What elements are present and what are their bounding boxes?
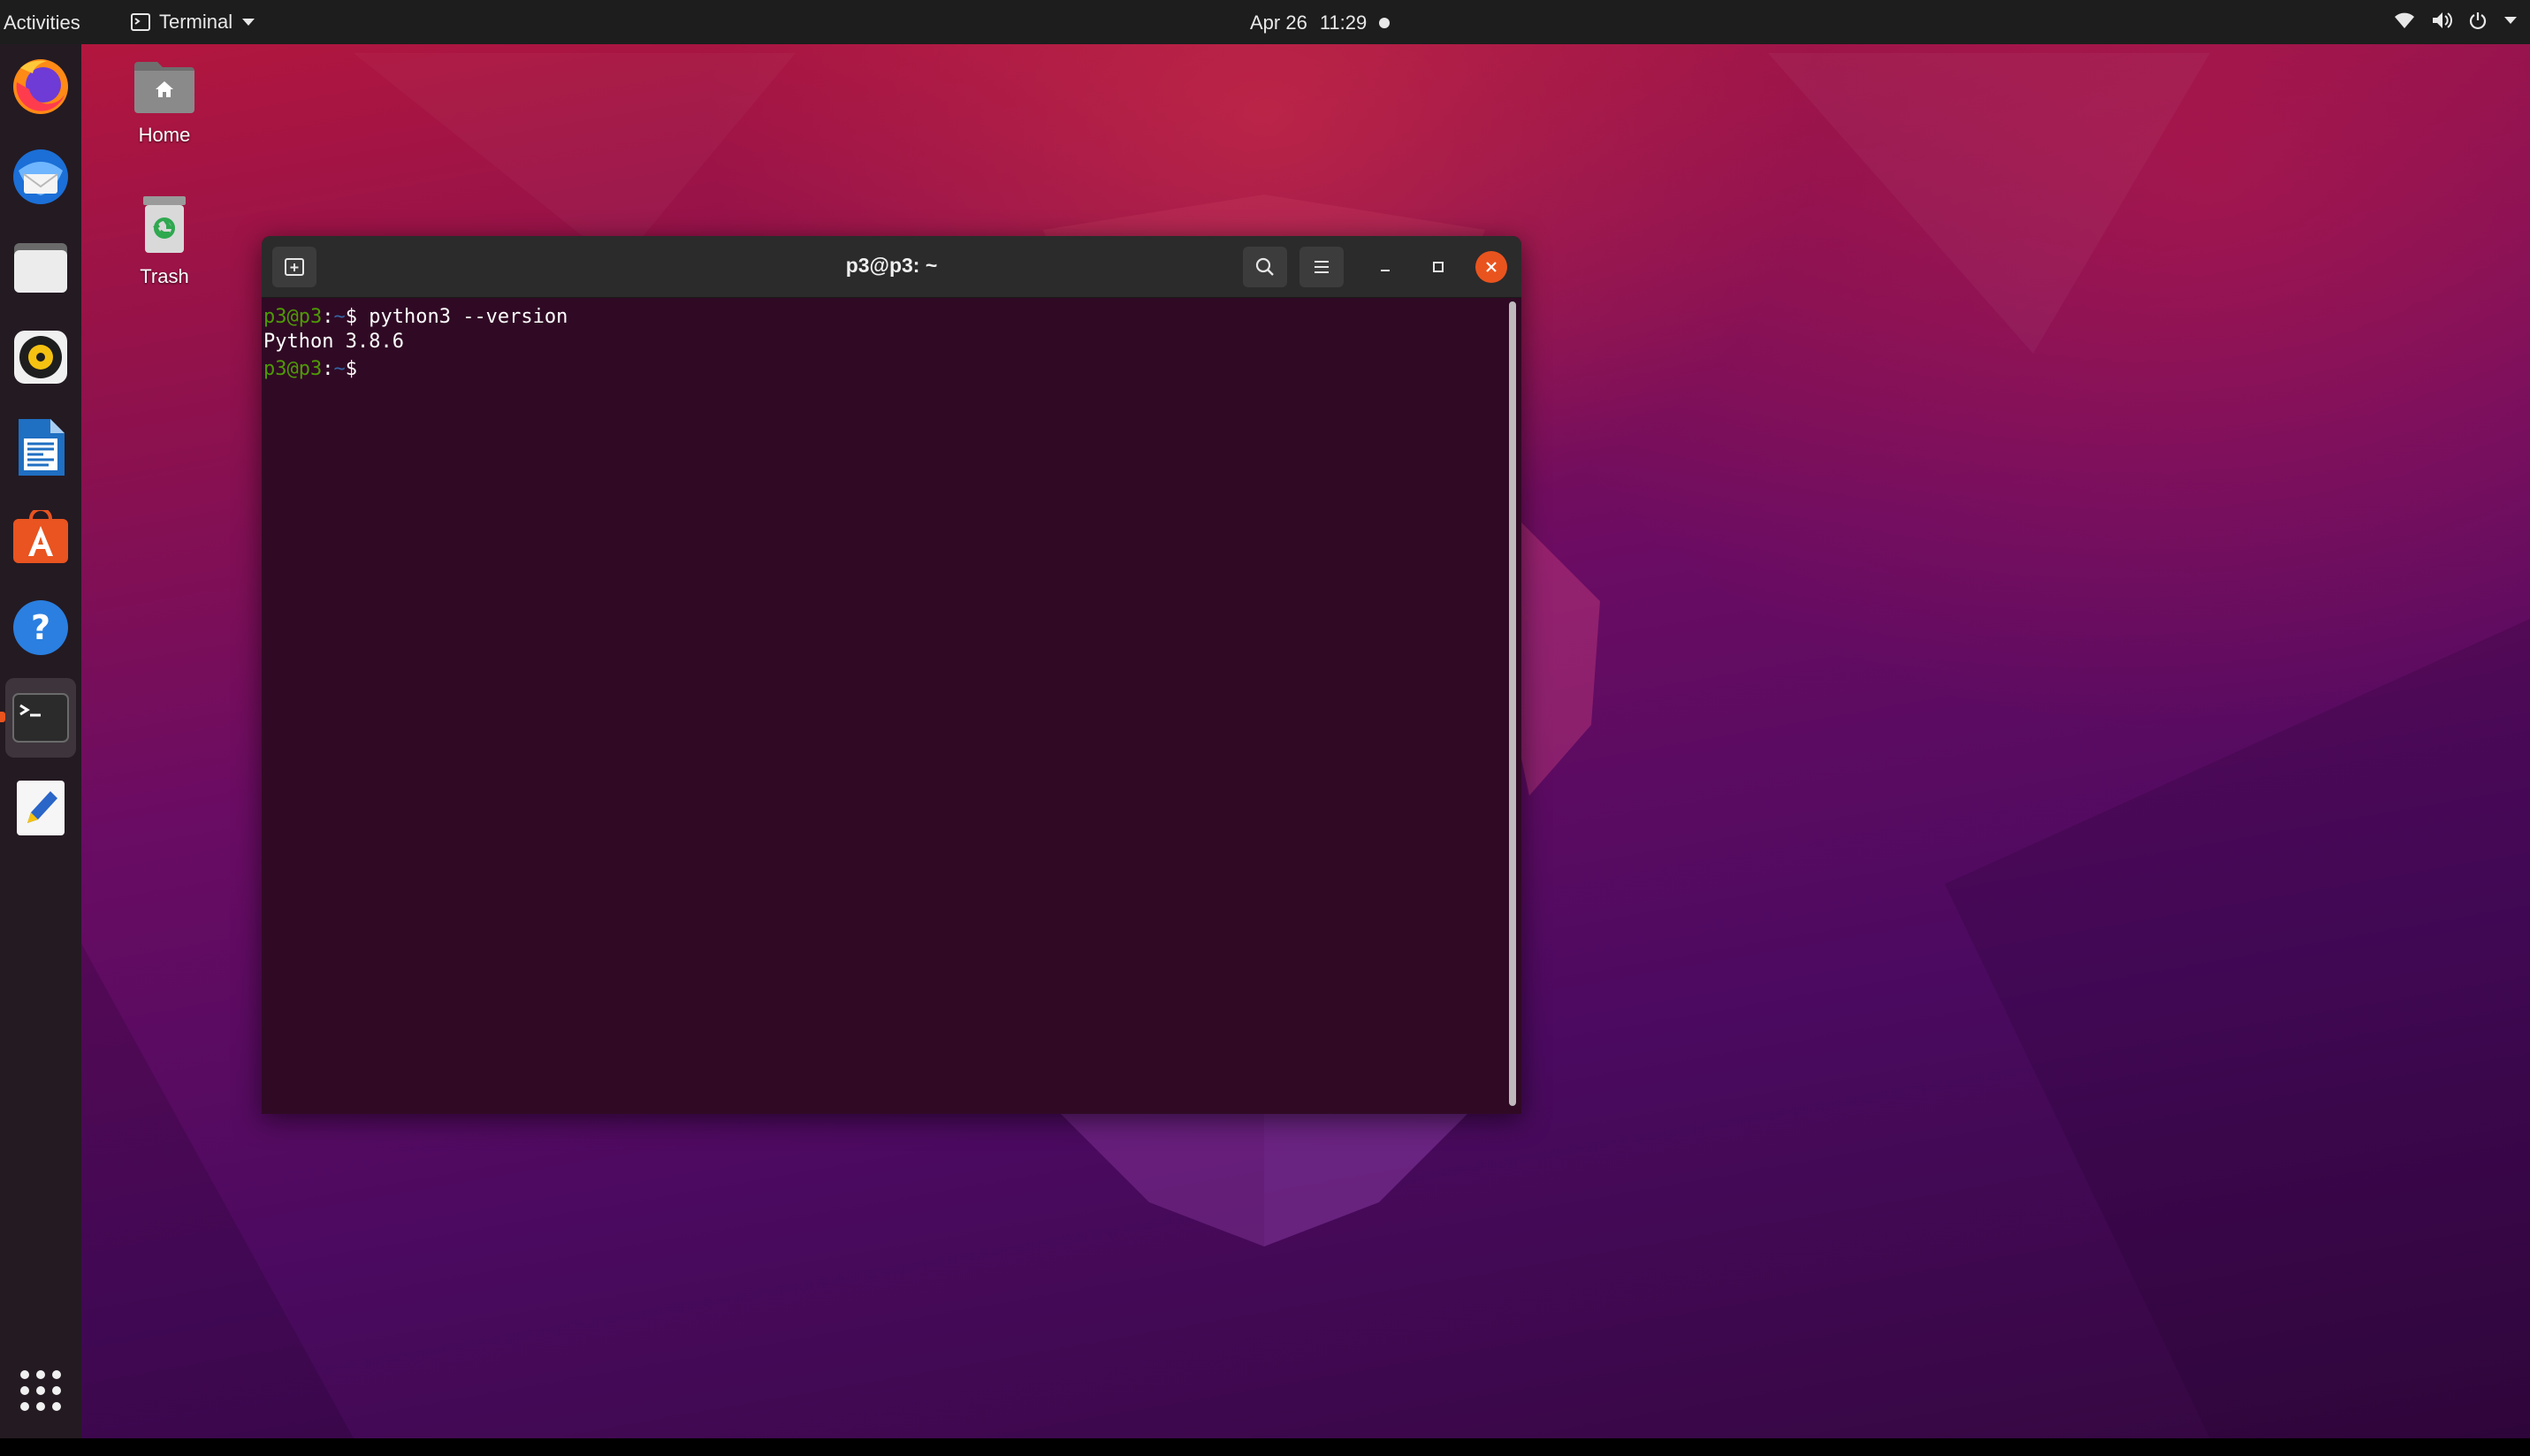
prompt-colon: : <box>322 306 334 328</box>
dock-item-writer[interactable] <box>5 408 76 487</box>
show-apps-button[interactable] <box>5 1351 76 1430</box>
dock-item-thunderbird[interactable] <box>5 137 76 217</box>
svg-text:?: ? <box>31 608 50 647</box>
activities-button[interactable]: Activities <box>4 11 80 34</box>
chevron-down-icon <box>242 19 255 26</box>
software-icon <box>13 510 68 563</box>
home-folder-icon <box>134 62 194 113</box>
command-text: python3 --version <box>369 306 568 328</box>
dock-item-terminal[interactable] <box>0 678 76 758</box>
home-label: Home <box>138 124 191 146</box>
close-icon <box>1486 262 1497 272</box>
minimize-button[interactable] <box>1369 251 1401 283</box>
thunderbird-icon <box>13 149 68 204</box>
terminal-headerbar[interactable]: p3@p3: ~ <box>262 236 1521 298</box>
command-output: Python 3.8.6 <box>263 330 404 353</box>
terminal-line: Python 3.8.6 <box>263 330 1501 354</box>
text-editor-icon <box>17 781 65 835</box>
bottom-strip <box>0 1438 2530 1456</box>
dock-item-files[interactable] <box>5 227 76 307</box>
firefox-icon <box>13 59 68 114</box>
show-apps-icon <box>20 1370 61 1411</box>
trash-label: Trash <box>140 265 189 287</box>
chevron-down-icon <box>2504 17 2517 24</box>
terminal-small-icon <box>131 13 150 31</box>
prompt-user: p3@p3 <box>263 306 323 328</box>
clock-date: Apr 26 <box>1250 11 1307 34</box>
files-icon <box>14 243 67 293</box>
prompt-symbol: $ <box>345 358 357 380</box>
volume-icon <box>2433 12 2452 28</box>
clock-time: 11:29 <box>1319 11 1368 34</box>
prompt-symbol: $ <box>345 306 357 328</box>
trash-icon <box>143 196 186 253</box>
dock-item-rhythmbox[interactable] <box>5 317 76 397</box>
search-icon <box>1255 257 1274 276</box>
terminal-output[interactable]: p3@p3:~$ python3 --version Python 3.8.6 … <box>263 298 1501 1111</box>
maximize-icon <box>1433 262 1444 272</box>
power-icon <box>2469 12 2487 30</box>
rhythmbox-icon <box>14 331 67 384</box>
dock: ? <box>0 44 81 1438</box>
dock-item-help[interactable]: ? <box>5 588 76 667</box>
prompt-colon: : <box>322 358 334 380</box>
writer-icon <box>19 419 65 476</box>
app-menu[interactable]: Terminal <box>131 11 255 34</box>
notification-dot <box>1379 18 1391 28</box>
search-button[interactable] <box>1243 247 1287 287</box>
prompt-user: p3@p3 <box>263 358 323 380</box>
maximize-button[interactable] <box>1422 251 1454 283</box>
dock-item-firefox[interactable] <box>5 47 76 126</box>
terminal-icon <box>12 693 69 743</box>
app-menu-label: Terminal <box>159 11 233 33</box>
prompt-path: ~ <box>333 358 346 380</box>
prompt-path: ~ <box>333 306 346 328</box>
terminal-line: p3@p3:~$ python3 --version <box>263 305 1501 330</box>
wifi-icon <box>2395 12 2414 28</box>
terminal-window[interactable]: p3@p3: ~ p3@p3:~$ python3 --version Pyth… <box>262 236 1521 1114</box>
dock-item-software[interactable] <box>5 498 76 577</box>
desktop-icon-home[interactable]: Home <box>111 55 217 147</box>
dock-item-text-editor[interactable] <box>5 768 76 848</box>
system-tray[interactable] <box>2394 11 2518 30</box>
help-icon: ? <box>13 600 68 655</box>
minimize-icon <box>1381 270 1390 271</box>
terminal-scrollbar[interactable] <box>1509 301 1516 1106</box>
close-button[interactable] <box>1475 251 1507 283</box>
hamburger-menu-icon <box>1315 261 1329 273</box>
top-bar: Activities Terminal Apr 26 11:29 <box>0 0 2530 44</box>
text-cursor <box>369 354 379 375</box>
clock[interactable]: Apr 26 11:29 <box>1250 11 1391 34</box>
desktop-icon-trash[interactable]: Trash <box>111 193 217 288</box>
terminal-line: p3@p3:~$ <box>263 354 1501 382</box>
hamburger-menu-button[interactable] <box>1299 247 1344 287</box>
